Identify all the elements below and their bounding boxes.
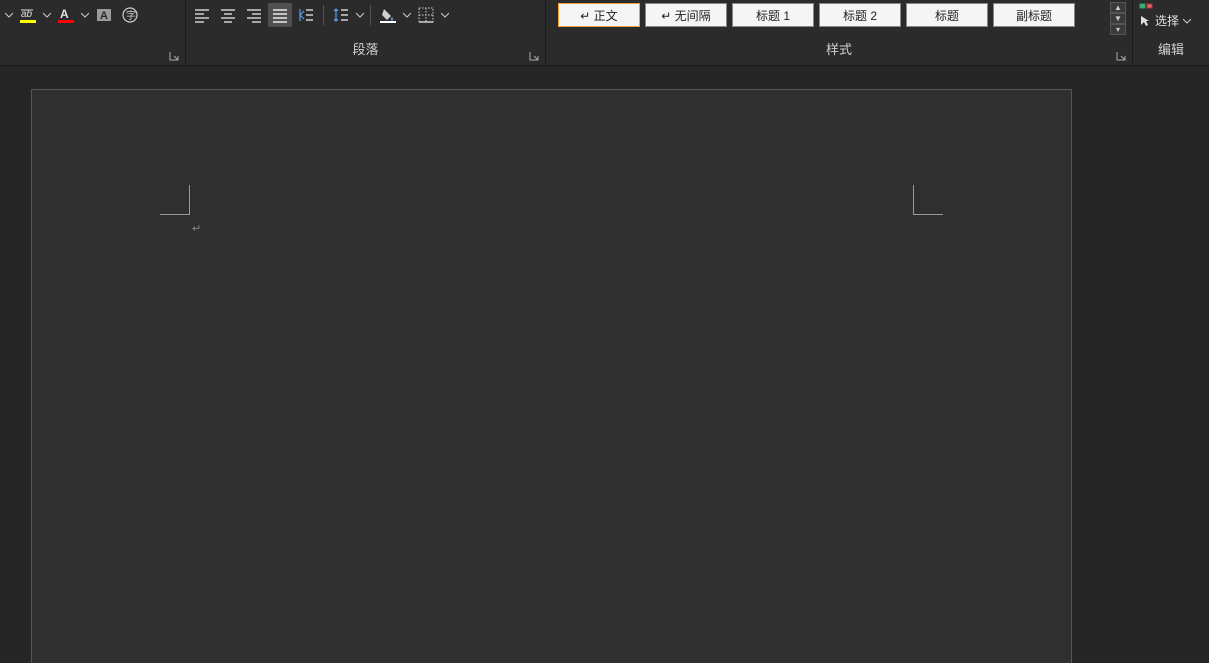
- svg-text:字: 字: [126, 9, 136, 22]
- style-label: 副标题: [1016, 7, 1052, 24]
- enclose-char-button[interactable]: 字: [118, 3, 142, 27]
- line-spacing-button[interactable]: [329, 3, 353, 27]
- font-color-dropdown-icon[interactable]: [80, 11, 90, 19]
- document-page[interactable]: ↵: [31, 89, 1072, 663]
- style-title[interactable]: 标题: [906, 3, 988, 27]
- font-dialog-launcher[interactable]: [167, 49, 181, 63]
- style-label: ↵ 正文: [580, 7, 617, 24]
- separator: [370, 5, 371, 25]
- style-no-spacing[interactable]: ↵ 无间隔: [645, 3, 727, 27]
- ribbon-row: ab A A 字: [0, 0, 1209, 30]
- paragraph-mark-icon: ↵: [192, 222, 201, 235]
- style-normal[interactable]: ↵ 正文: [558, 3, 640, 27]
- font-size-dropdown-icon[interactable]: [4, 11, 14, 19]
- replace-icon: [1139, 0, 1153, 12]
- style-label: 标题 1: [756, 7, 790, 24]
- select-label: 选择: [1155, 12, 1179, 29]
- style-label: ↵ 无间隔: [661, 7, 710, 24]
- char-shading-button[interactable]: A: [92, 3, 116, 27]
- editing-group-label-cell: 编辑: [1133, 30, 1209, 66]
- font-group-label-cell: [0, 30, 186, 66]
- ribbon-labels-row: 段落 样式 编辑: [0, 30, 1209, 66]
- editing-group-label: 编辑: [1158, 39, 1184, 58]
- cursor-arrow-icon: [1139, 15, 1151, 27]
- borders-button[interactable]: [414, 3, 438, 27]
- style-gallery-scroll: ▲ ▼ ▾: [1110, 2, 1126, 28]
- paragraph-group: [186, 0, 546, 30]
- document-area[interactable]: ↵: [0, 66, 1209, 663]
- font-color-button[interactable]: A: [54, 3, 78, 27]
- paragraph-dialog-launcher[interactable]: [527, 49, 541, 63]
- svg-text:A: A: [60, 7, 69, 21]
- line-spacing-dropdown-icon[interactable]: [355, 11, 365, 19]
- align-center-button[interactable]: [216, 3, 240, 27]
- align-right-button[interactable]: [242, 3, 266, 27]
- replace-button[interactable]: [1137, 0, 1155, 13]
- font-group: ab A A 字: [0, 0, 186, 30]
- shading-button[interactable]: [376, 3, 400, 27]
- align-justify-button[interactable]: [268, 3, 292, 27]
- styles-group-label: 样式: [826, 39, 852, 58]
- style-heading1[interactable]: 标题 1: [732, 3, 814, 27]
- borders-dropdown-icon[interactable]: [440, 11, 450, 19]
- align-left-button[interactable]: [190, 3, 214, 27]
- style-subtitle[interactable]: 副标题: [993, 3, 1075, 27]
- paragraph-group-label-cell: 段落: [186, 30, 546, 66]
- styles-dialog-launcher[interactable]: [1114, 49, 1128, 63]
- styles-group-label-cell: 样式: [546, 30, 1133, 66]
- highlight-dropdown-icon[interactable]: [42, 11, 52, 19]
- paragraph-group-label: 段落: [352, 39, 378, 58]
- style-scroll-up-icon[interactable]: ▲: [1110, 2, 1126, 13]
- styles-group: ↵ 正文 ↵ 无间隔 标题 1 标题 2 标题 副标题 ▲ ▼ ▾: [546, 0, 1133, 30]
- chevron-down-icon: [1183, 17, 1191, 25]
- select-button[interactable]: 选择: [1137, 13, 1193, 28]
- style-label: 标题: [935, 7, 959, 24]
- style-gallery: ↵ 正文 ↵ 无间隔 标题 1 标题 2 标题 副标题: [558, 2, 1105, 28]
- style-heading2[interactable]: 标题 2: [819, 3, 901, 27]
- margin-corner-top-left: [160, 185, 190, 215]
- separator: [323, 5, 324, 25]
- svg-text:A: A: [100, 10, 108, 22]
- svg-text:ab: ab: [21, 9, 33, 20]
- highlight-button[interactable]: ab: [16, 3, 40, 27]
- editing-group: 选择: [1133, 0, 1209, 30]
- margin-corner-top-right: [913, 185, 943, 215]
- style-label: 标题 2: [843, 7, 877, 24]
- shading-dropdown-icon[interactable]: [402, 11, 412, 19]
- style-scroll-down-icon[interactable]: ▼: [1110, 13, 1126, 24]
- distribute-button[interactable]: [294, 3, 318, 27]
